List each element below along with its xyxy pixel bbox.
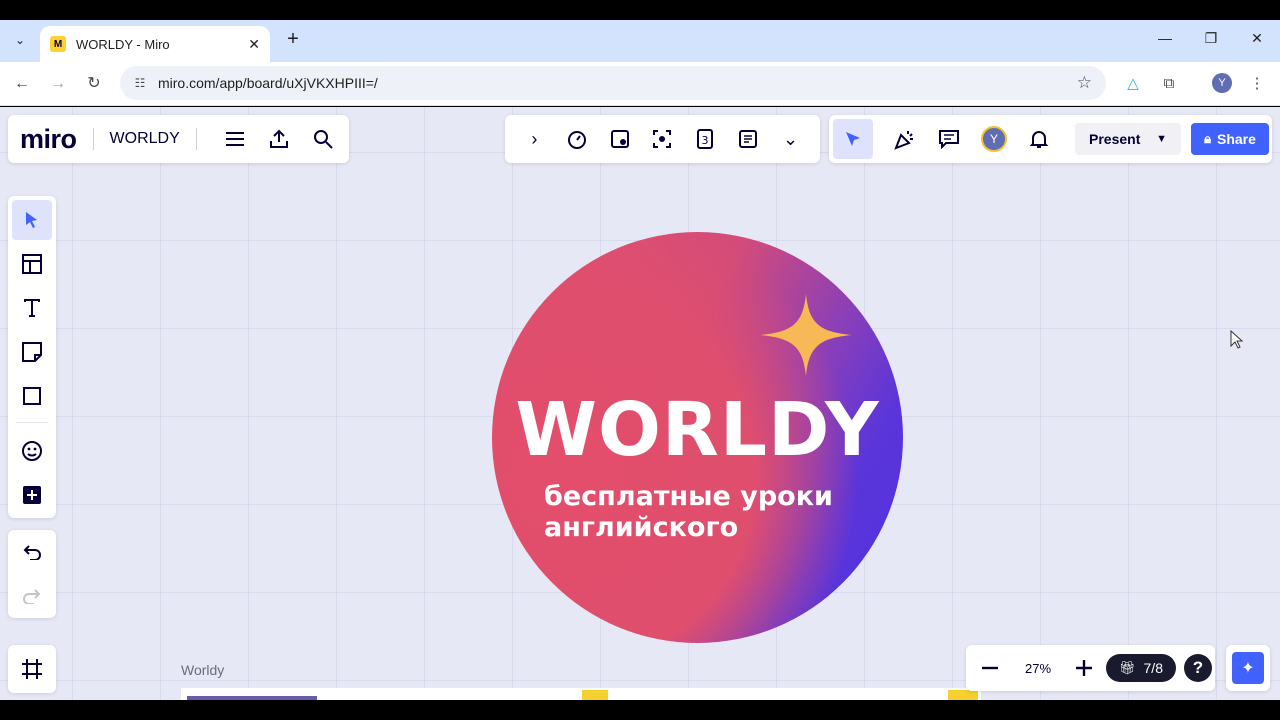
svg-text:3: 3 xyxy=(702,134,709,147)
worldy-logo-image[interactable]: WORLDY бесплатные уроки английского xyxy=(492,232,903,643)
browser-toolbar: ← → ↻ ☷ miro.com/app/board/uXjVKXHPIII=/… xyxy=(0,62,1280,106)
undo-redo-panel xyxy=(8,530,56,618)
zoom-in-icon[interactable] xyxy=(1072,656,1096,680)
present-dropdown-icon[interactable]: ▼ xyxy=(1156,133,1167,145)
zoom-out-icon[interactable] xyxy=(978,656,1002,680)
notifications-bell-icon[interactable] xyxy=(1027,127,1051,151)
stickers-icon[interactable] xyxy=(12,431,52,471)
frames-panel xyxy=(8,645,56,693)
extension-triangle-icon[interactable]: △ xyxy=(1122,73,1144,95)
logo-subtitle: бесплатные уроки английского xyxy=(544,481,874,543)
profile-avatar[interactable]: Y xyxy=(1212,73,1232,93)
voting-icon[interactable] xyxy=(608,127,632,151)
logo-subtitle-line2: английского xyxy=(544,512,739,543)
zoom-level[interactable]: 27% xyxy=(1018,661,1058,676)
browser-tab[interactable]: M WORLDY - Miro ✕ xyxy=(40,26,270,62)
reload-icon[interactable]: ↻ xyxy=(83,73,105,95)
expand-chevron-icon[interactable]: › xyxy=(522,127,546,151)
timer-icon[interactable] xyxy=(565,127,589,151)
collaboration-panel: Y Present ▼ 🔒︎ Share xyxy=(829,115,1272,163)
screen-bottom-border xyxy=(0,700,1280,720)
share-label: Share xyxy=(1217,131,1256,147)
minimize-icon[interactable]: — xyxy=(1155,30,1175,46)
board-header-panel: miro WORLDY xyxy=(8,115,349,163)
sticky-note[interactable] xyxy=(948,690,978,700)
close-window-icon[interactable]: ✕ xyxy=(1247,30,1267,47)
address-bar[interactable]: ☷ miro.com/app/board/uXjVKXHPIII=/ ☆ xyxy=(120,66,1106,100)
ai-sparkle-icon[interactable]: ✦ xyxy=(1232,652,1264,684)
forward-icon[interactable]: → xyxy=(47,73,69,95)
undo-icon[interactable] xyxy=(12,532,52,572)
sticky-note-icon[interactable] xyxy=(12,332,52,372)
browser-tabstrip: ⌄ M WORLDY - Miro ✕ + — ❐ ✕ xyxy=(0,20,1280,62)
miro-logo[interactable]: miro xyxy=(20,124,77,155)
add-icon[interactable] xyxy=(12,475,52,515)
focus-frame-icon[interactable] xyxy=(650,127,674,151)
shape-icon[interactable] xyxy=(12,376,52,416)
board-tools-panel: › 3 ⌄ xyxy=(505,115,820,163)
extensions-puzzle-icon[interactable]: ⧉ xyxy=(1158,73,1180,95)
tab-search-chevron-icon[interactable]: ⌄ xyxy=(8,28,32,52)
countdown-three-icon[interactable]: 3 xyxy=(693,127,717,151)
notes-document-icon[interactable] xyxy=(736,127,760,151)
more-chevrons-down-icon[interactable]: ⌄ xyxy=(779,127,803,151)
text-icon[interactable] xyxy=(12,288,52,328)
frame-label[interactable]: Worldy xyxy=(181,662,224,678)
select-icon[interactable] xyxy=(12,200,52,240)
comments-icon[interactable] xyxy=(937,127,961,151)
lock-icon: 🔒︎ xyxy=(1204,131,1211,146)
logo-title: WORLDY xyxy=(515,387,880,473)
creation-toolbar xyxy=(8,196,56,518)
url-text[interactable]: miro.com/app/board/uXjVKXHPIII=/ xyxy=(158,75,1077,91)
gift-icon: 🎁︎ xyxy=(1119,660,1136,675)
screen-top-border xyxy=(0,0,1280,20)
site-info-icon[interactable]: ☷ xyxy=(130,76,150,90)
divider xyxy=(16,422,48,423)
bookmark-star-icon[interactable]: ☆ xyxy=(1077,73,1092,93)
zoom-panel: 27% 🎁︎ 7/8 ? xyxy=(966,645,1215,691)
present-button[interactable]: Present ▼ xyxy=(1075,123,1181,155)
divider xyxy=(195,128,197,150)
ai-assist-panel: ✦ xyxy=(1226,645,1270,691)
celebrate-icon[interactable] xyxy=(893,127,917,151)
restore-icon[interactable]: ❐ xyxy=(1201,30,1221,47)
export-upload-icon[interactable] xyxy=(267,127,291,151)
miro-favicon-icon: M xyxy=(50,36,66,52)
sparkle-star-icon xyxy=(760,294,852,376)
redo-icon[interactable] xyxy=(12,576,52,616)
gift-progress: 7/8 xyxy=(1143,660,1163,676)
divider xyxy=(92,128,94,150)
help-icon[interactable]: ? xyxy=(1184,654,1212,682)
logo-subtitle-line1: бесплатные уроки xyxy=(544,481,833,512)
search-icon[interactable] xyxy=(311,127,335,151)
hamburger-menu-icon[interactable] xyxy=(223,127,247,151)
frames-icon[interactable] xyxy=(12,649,52,689)
new-tab-icon[interactable]: + xyxy=(283,29,303,49)
close-tab-icon[interactable]: ✕ xyxy=(248,36,260,53)
user-avatar[interactable]: Y xyxy=(981,126,1007,152)
onboarding-gift-button[interactable]: 🎁︎ 7/8 xyxy=(1106,654,1176,682)
board-name[interactable]: WORLDY xyxy=(110,130,180,148)
back-icon[interactable]: ← xyxy=(11,73,33,95)
present-label: Present xyxy=(1089,131,1141,147)
reactions-cursor-icon[interactable] xyxy=(833,119,873,159)
mouse-cursor-icon xyxy=(1230,330,1244,349)
templates-icon[interactable] xyxy=(12,244,52,284)
sticky-note[interactable] xyxy=(582,690,608,700)
share-button[interactable]: 🔒︎ Share xyxy=(1191,123,1269,155)
browser-menu-icon[interactable]: ⋮ xyxy=(1246,73,1268,95)
tab-title: WORLDY - Miro xyxy=(76,36,170,52)
